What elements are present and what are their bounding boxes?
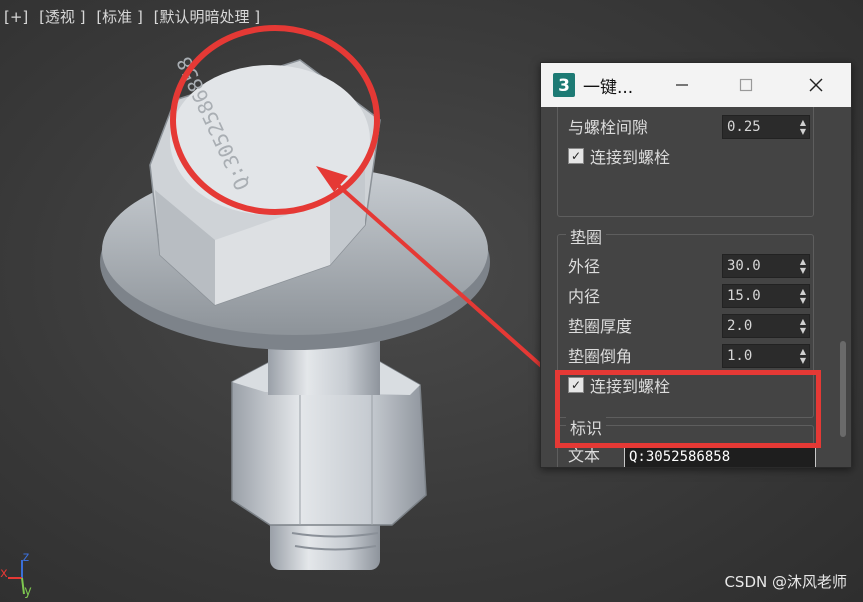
- minimize-button[interactable]: [659, 63, 705, 107]
- spinner-arrows-icon[interactable]: ▲ ▼: [797, 347, 809, 365]
- viewport-menu-perspective[interactable]: [透视 ]: [39, 8, 85, 26]
- close-button[interactable]: [793, 63, 839, 107]
- outer-diameter-label: 外径: [568, 257, 601, 276]
- washer-group-title: 垫圈: [566, 224, 607, 248]
- checkmark-icon[interactable]: ✓: [568, 148, 584, 164]
- dialog-scrollbar[interactable]: [840, 341, 846, 437]
- spacing-label: 与螺栓间隙: [568, 118, 649, 137]
- spacing-spinner[interactable]: 0.25 ▲ ▼: [722, 115, 810, 139]
- minimize-icon: [676, 84, 688, 86]
- watermark: CSDN @沐风老师: [724, 573, 847, 591]
- inner-diameter-value[interactable]: 15.0: [723, 288, 797, 304]
- marking-group-title: 标识: [566, 415, 607, 439]
- checkmark-icon[interactable]: ✓: [568, 377, 584, 393]
- bolt-connect-checkbox[interactable]: ✓ 连接到螺栓: [568, 144, 670, 168]
- washer-group: 垫圈 外径 30.0 ▲ ▼ 内径 15.0 ▲ ▼ 垫圈厚度 2.0 ▲ ▼ 垫圈倒…: [557, 224, 814, 418]
- washer-thickness-spinner[interactable]: 2.0 ▲ ▼: [722, 314, 810, 338]
- outer-diameter-value[interactable]: 30.0: [723, 258, 797, 274]
- washer-chamfer-label: 垫圈倒角: [568, 347, 633, 366]
- washer-chamfer-spinner[interactable]: 1.0 ▲ ▼: [722, 344, 810, 368]
- dialog-title: 一键...: [583, 78, 634, 98]
- axis-gizmo: [8, 560, 25, 595]
- washer-thickness-label: 垫圈厚度: [568, 317, 633, 336]
- outer-diameter-spinner[interactable]: 30.0 ▲ ▼: [722, 254, 810, 278]
- marking-text-input[interactable]: [624, 446, 816, 467]
- axis-x-label: x: [0, 566, 8, 581]
- svg-text:3: 3: [558, 76, 570, 96]
- spinner-arrows-icon[interactable]: ▲ ▼: [797, 317, 809, 335]
- spinner-arrows-icon[interactable]: ▲ ▼: [797, 257, 809, 275]
- spinner-arrows-icon[interactable]: ▲ ▼: [797, 118, 809, 136]
- maximize-button[interactable]: [723, 63, 769, 107]
- washer-thickness-value[interactable]: 2.0: [723, 318, 797, 334]
- washer-connect-checkbox[interactable]: ✓ 连接到螺栓: [568, 373, 670, 397]
- marking-text-label: 文本: [568, 446, 601, 465]
- maximize-icon: [739, 78, 753, 92]
- spacing-value[interactable]: 0.25: [723, 119, 797, 135]
- tool-dialog: 3 一键... 与螺栓间隙 0.25 ▲ ▼ ✓ 连接到螺栓 垫圈 外径 30.…: [540, 62, 852, 468]
- viewport-menu-plus[interactable]: [+]: [4, 8, 28, 26]
- washer-chamfer-value[interactable]: 1.0: [723, 348, 797, 364]
- bolt-group: 与螺栓间隙 0.25 ▲ ▼ ✓ 连接到螺栓: [557, 107, 814, 217]
- inner-diameter-label: 内径: [568, 287, 601, 306]
- inner-diameter-spinner[interactable]: 15.0 ▲ ▼: [722, 284, 810, 308]
- 3ds-max-icon: 3: [553, 73, 575, 97]
- viewport-menu-shading[interactable]: [默认明暗处理 ]: [154, 8, 260, 26]
- marking-group: 标识 文本 ✓ 使用: [557, 415, 816, 467]
- rollout-panel: 与螺栓间隙 0.25 ▲ ▼ ✓ 连接到螺栓 垫圈 外径 30.0 ▲ ▼ 内径 1…: [541, 107, 837, 467]
- axis-z-label: z: [22, 550, 30, 565]
- viewport-menu-standard[interactable]: [标准 ]: [96, 8, 142, 26]
- viewport-label-bar: [+] [透视 ] [标准 ] [默认明暗处理 ]: [4, 6, 266, 27]
- close-icon: [809, 78, 823, 92]
- spinner-arrows-icon[interactable]: ▲ ▼: [797, 287, 809, 305]
- axis-y-label: y: [24, 584, 32, 599]
- dialog-titlebar[interactable]: 3 一键...: [541, 63, 851, 107]
